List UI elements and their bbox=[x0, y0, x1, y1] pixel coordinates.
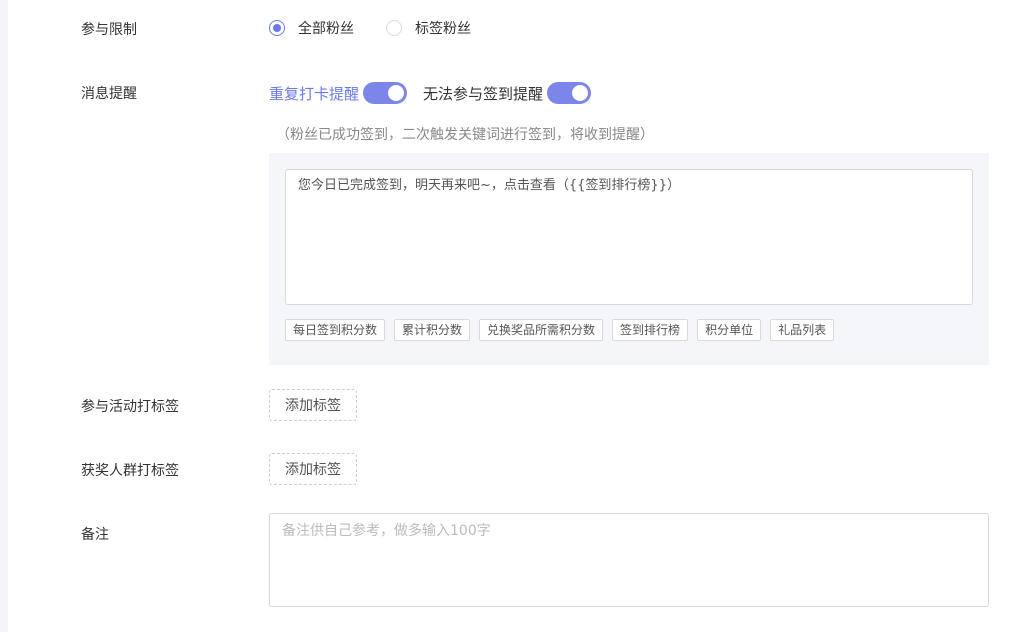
winner-tag-label: 获奖人群打标签 bbox=[81, 463, 179, 479]
left-rail bbox=[0, 0, 8, 632]
remark-label: 备注 bbox=[81, 527, 109, 543]
chip-total-points[interactable]: 累计积分数 bbox=[394, 319, 471, 341]
remark-textarea[interactable] bbox=[269, 513, 989, 607]
radio-unchecked-icon bbox=[386, 20, 402, 36]
chip-daily-points[interactable]: 每日签到积分数 bbox=[285, 319, 386, 341]
reminder-label: 消息提醒 bbox=[81, 86, 137, 102]
message-panel: 您今日已完成签到，明天再来吧~，点击查看（{{签到排行榜}}） 每日签到积分数 … bbox=[269, 153, 989, 365]
radio-tag-fans[interactable]: 标签粉丝 bbox=[386, 18, 471, 38]
reminder-hint: （粉丝已成功签到，二次触发关键词进行签到，将收到提醒） bbox=[276, 127, 654, 143]
cannot-checkin-reminder-switch[interactable] bbox=[547, 82, 592, 104]
radio-all-fans[interactable]: 全部粉丝 bbox=[269, 18, 354, 38]
chip-gift-list[interactable]: 礼品列表 bbox=[770, 319, 835, 341]
winner-add-tag-button[interactable]: 添加标签 bbox=[269, 453, 357, 485]
variable-chips: 每日签到积分数 累计积分数 兑换奖品所需积分数 签到排行榜 积分单位 礼品列表 bbox=[285, 319, 843, 341]
radio-tag-fans-label: 标签粉丝 bbox=[415, 21, 471, 37]
repeat-checkin-reminder-label: 重复打卡提醒 bbox=[269, 84, 360, 103]
reminder-switch-row: 重复打卡提醒 无法参与签到提醒 bbox=[269, 81, 607, 105]
participation-label: 参与限制 bbox=[81, 22, 137, 38]
participation-radio-group: 全部粉丝 标签粉丝 bbox=[269, 18, 503, 38]
switch-knob bbox=[572, 85, 589, 101]
chip-redeem-points[interactable]: 兑换奖品所需积分数 bbox=[479, 319, 604, 341]
cannot-checkin-reminder-label: 无法参与签到提醒 bbox=[423, 84, 544, 103]
radio-all-fans-label: 全部粉丝 bbox=[298, 21, 354, 37]
reminder-message-editor[interactable]: 您今日已完成签到，明天再来吧~，点击查看（{{签到排行榜}}） bbox=[285, 169, 973, 305]
switch-knob bbox=[388, 85, 405, 101]
activity-tag-label: 参与活动打标签 bbox=[81, 399, 179, 415]
chip-points-unit[interactable]: 积分单位 bbox=[697, 319, 762, 341]
repeat-checkin-reminder-switch[interactable] bbox=[363, 82, 408, 104]
activity-add-tag-button[interactable]: 添加标签 bbox=[269, 389, 357, 421]
radio-checked-icon bbox=[269, 20, 285, 36]
chip-ranking[interactable]: 签到排行榜 bbox=[612, 319, 689, 341]
